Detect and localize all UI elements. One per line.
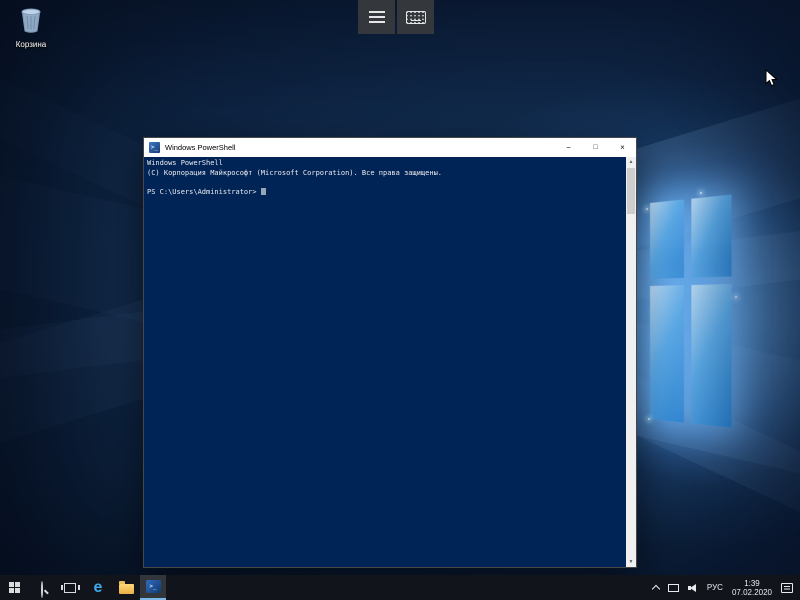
text-cursor-block [261, 188, 266, 195]
search-button[interactable] [28, 575, 56, 600]
system-tray: РУС 1:39 07.02.2020 [646, 575, 800, 600]
scroll-up-arrow[interactable]: ▲ [626, 157, 636, 167]
action-center-button[interactable] [781, 583, 793, 593]
powershell-window: >_ Windows PowerShell − □ × Windows Powe… [143, 137, 637, 568]
powershell-icon: >_ [149, 142, 160, 153]
tray-time: 1:39 [744, 579, 760, 588]
window-title: Windows PowerShell [165, 143, 235, 152]
show-hidden-icons-button[interactable] [653, 584, 659, 592]
task-view-button[interactable] [56, 575, 84, 600]
start-button[interactable] [0, 575, 28, 600]
task-view-icon [64, 583, 76, 593]
console-output-area[interactable]: Windows PowerShell (C) Корпорация Майкро… [144, 157, 636, 567]
scrollbar-thumb[interactable] [627, 168, 635, 214]
scroll-down-arrow[interactable]: ▼ [626, 557, 636, 567]
network-display-icon [668, 584, 679, 592]
volume-icon [688, 583, 698, 592]
prompt-line: PS C:\Users\Administrator> [147, 188, 622, 198]
windows-start-icon [9, 582, 20, 593]
edge-button[interactable]: e [84, 575, 112, 600]
close-button[interactable]: × [609, 138, 636, 157]
powershell-task-button[interactable]: >_ [140, 575, 166, 600]
window-titlebar[interactable]: >_ Windows PowerShell − □ × [144, 138, 636, 157]
keyboard-icon [406, 11, 426, 24]
console-menu-button[interactable] [358, 0, 395, 34]
vm-console-toolbar [358, 0, 434, 34]
clock-text: 1:39 07.02.2020 [732, 579, 772, 597]
clock[interactable]: 1:39 07.02.2020 [732, 579, 772, 597]
hamburger-menu-icon [369, 8, 385, 26]
taskbar: e >_ РУС 1:39 07.02.2020 [0, 575, 800, 600]
prompt-text: PS C:\Users\Administrator> [147, 188, 261, 196]
window-controls: − □ × [555, 138, 636, 157]
mouse-cursor-arrow [765, 69, 778, 93]
powershell-taskbar-icon: >_ [146, 580, 161, 593]
search-icon [36, 582, 48, 594]
action-center-icon [781, 583, 793, 593]
console-line: (C) Корпорация Майкрософт (Microsoft Cor… [147, 169, 622, 179]
tray-date: 07.02.2020 [732, 588, 772, 597]
maximize-button[interactable]: □ [582, 138, 609, 157]
edge-icon: e [94, 580, 103, 596]
language-indicator[interactable]: РУС [707, 583, 723, 592]
chevron-up-icon [652, 584, 660, 592]
file-explorer-button[interactable] [112, 575, 140, 600]
recycle-bin[interactable]: Корзина [7, 7, 55, 49]
volume-tray-button[interactable] [688, 583, 698, 592]
minimize-button[interactable]: − [555, 138, 582, 157]
console-scrollbar[interactable]: ▲ ▼ [626, 157, 636, 567]
network-tray-button[interactable] [668, 584, 679, 592]
console-line [147, 178, 622, 188]
console-keyboard-button[interactable] [397, 0, 434, 34]
console-line: Windows PowerShell [147, 159, 622, 169]
recycle-bin-icon [19, 7, 43, 38]
recycle-bin-label: Корзина [16, 40, 46, 49]
folder-icon [119, 584, 134, 594]
